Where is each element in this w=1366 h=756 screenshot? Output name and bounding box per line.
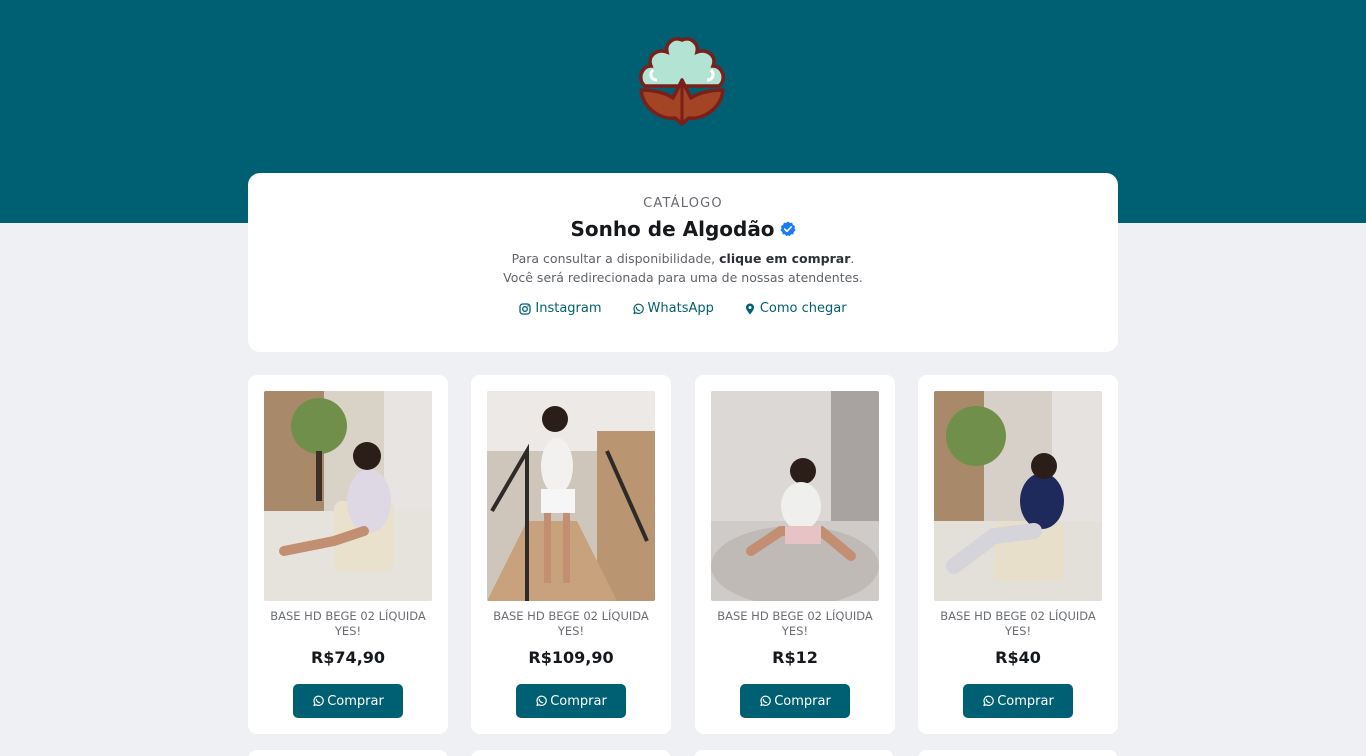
desc-highlight: clique em comprar (719, 251, 851, 266)
product-card: BASE HD BEGE 02 LÍQUIDA YES! R$109,90 Co… (471, 375, 671, 734)
product-price: R$74,90 (310, 648, 386, 667)
desc-text: Para consultar a disponibilidade, (511, 251, 720, 266)
product-image (264, 391, 432, 601)
product-image (487, 391, 655, 601)
map-pin-icon (745, 303, 754, 314)
product-card: BASE HD BEGE 02 LÍQUIDA YES! R$12 Compra… (695, 375, 895, 734)
product-image (711, 391, 879, 601)
whatsapp-icon (632, 303, 644, 314)
product-name: BASE HD BEGE 02 LÍQUIDA YES! (270, 609, 426, 638)
product-image (934, 391, 1102, 601)
product-price: R$12 (772, 648, 818, 667)
verified-badge-icon (780, 221, 796, 237)
directions-link[interactable]: Como chegar (744, 301, 847, 316)
instagram-icon (519, 302, 532, 315)
buy-button-label: Comprar (997, 693, 1054, 709)
buy-button-label: Comprar (550, 693, 607, 709)
whatsapp-icon (313, 695, 324, 707)
desc-end: . (850, 251, 855, 266)
buy-button[interactable]: Comprar (740, 684, 850, 718)
store-info-card: CATÁLOGO Sonho de Algodão Para consultar… (248, 173, 1118, 352)
whatsapp-label: WhatsApp (647, 301, 714, 316)
whatsapp-icon (536, 695, 547, 707)
product-name: BASE HD BEGE 02 LÍQUIDA YES! (717, 609, 873, 638)
product-card: BASE HD BEGE 02 LÍQUIDA YES! R$74,90 Com… (248, 375, 448, 734)
store-title-row: Sonho de Algodão (248, 217, 1118, 241)
store-description: Para consultar a disponibilidade, clique… (248, 249, 1118, 287)
buy-button[interactable]: Comprar (963, 684, 1073, 718)
store-links: Instagram WhatsApp Como chegar (248, 301, 1118, 316)
directions-label: Como chegar (759, 301, 847, 316)
product-card-partial (471, 750, 671, 756)
product-card-partial (248, 750, 448, 756)
product-price: R$40 (995, 648, 1041, 667)
buy-button[interactable]: Comprar (516, 684, 626, 718)
buy-button-label: Comprar (774, 693, 831, 709)
product-photo[interactable] (487, 391, 655, 601)
product-photo[interactable] (934, 391, 1102, 601)
cotton-flower-icon (639, 37, 725, 126)
buy-button[interactable]: Comprar (293, 684, 403, 718)
store-name: Sonho de Algodão (570, 217, 775, 241)
product-photo[interactable] (264, 391, 432, 601)
catalog-eyebrow: CATÁLOGO (643, 196, 723, 211)
whatsapp-icon (760, 695, 771, 707)
product-name: BASE HD BEGE 02 LÍQUIDA YES! (493, 609, 649, 638)
buy-button-label: Comprar (327, 693, 384, 709)
product-card-partial (918, 750, 1118, 756)
product-photo[interactable] (711, 391, 879, 601)
instagram-link[interactable]: Instagram (519, 301, 602, 316)
whatsapp-link[interactable]: WhatsApp (632, 301, 714, 316)
product-price: R$109,90 (528, 648, 614, 667)
product-name: BASE HD BEGE 02 LÍQUIDA YES! (940, 609, 1096, 638)
desc-line-2: Você será redirecionada para uma de noss… (503, 270, 863, 285)
product-card: BASE HD BEGE 02 LÍQUIDA YES! R$40 Compra… (918, 375, 1118, 734)
whatsapp-icon (983, 695, 994, 707)
instagram-label: Instagram (535, 301, 602, 316)
product-card-partial (694, 750, 894, 756)
